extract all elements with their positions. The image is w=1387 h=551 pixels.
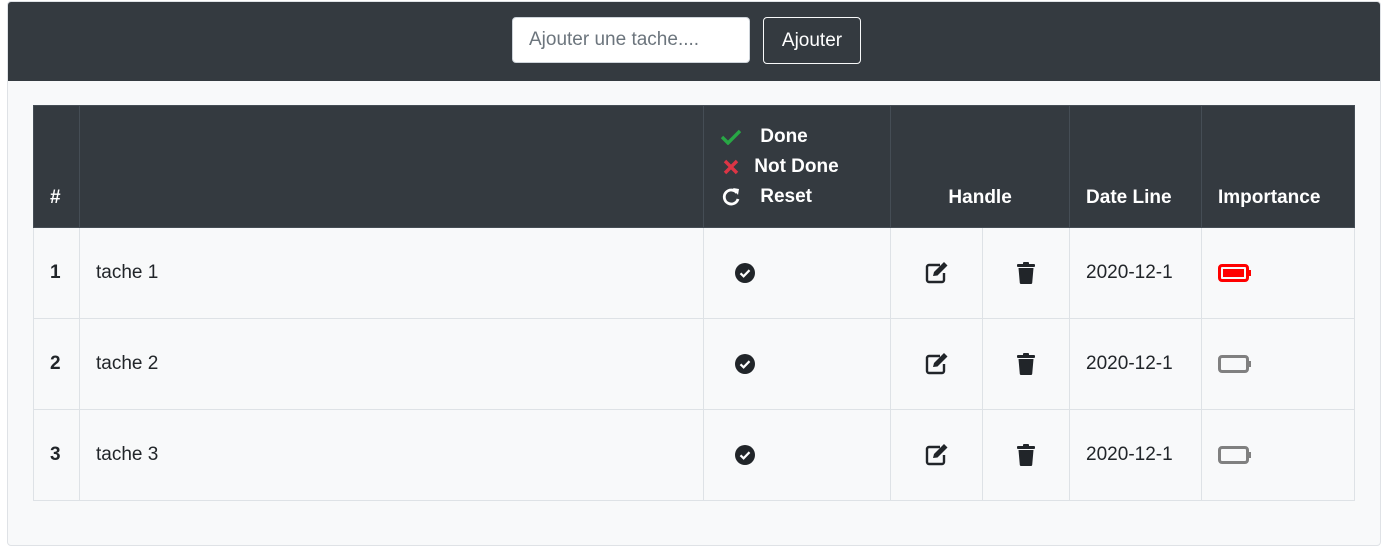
task-date: 2020-12-1	[1069, 318, 1202, 410]
status-reset[interactable]: Reset	[720, 185, 874, 209]
status-done-label: Done	[760, 126, 808, 147]
edit-icon[interactable]	[925, 261, 949, 284]
column-header-handle: Handle	[890, 105, 1071, 228]
row-number: 1	[33, 227, 80, 319]
status-legend: Done Not Done Reset	[720, 125, 874, 209]
column-header-number: #	[33, 105, 80, 228]
table-row: 3 tache 3 2020-12-1	[33, 409, 1356, 501]
column-header-task	[78, 105, 705, 228]
table-row: 2 tache 2 2020-12-1	[33, 318, 1356, 410]
status-done[interactable]: Done	[720, 125, 874, 149]
redo-icon	[720, 187, 742, 207]
table-header-row: # Done Not Done Reset Handle Date Line I…	[33, 105, 1356, 228]
trash-icon[interactable]	[1017, 261, 1036, 284]
top-bar: Ajouter	[8, 2, 1380, 81]
trash-icon[interactable]	[1017, 443, 1036, 466]
row-number: 3	[33, 409, 80, 501]
battery-empty-icon	[1217, 444, 1252, 465]
status-not-done[interactable]: Not Done	[720, 155, 874, 179]
x-icon	[720, 159, 742, 175]
add-task-button[interactable]: Ajouter	[763, 17, 861, 64]
task-name: tache 2	[78, 318, 705, 410]
check-circle-icon[interactable]	[735, 262, 756, 283]
battery-empty-icon	[1217, 353, 1252, 374]
tasks-table: # Done Not Done Reset Handle Date Line I…	[33, 105, 1356, 501]
trash-icon[interactable]	[1017, 352, 1036, 375]
battery-full-icon	[1217, 262, 1252, 283]
status-not-done-label: Not Done	[754, 156, 839, 177]
edit-icon[interactable]	[925, 352, 949, 375]
column-header-date-line: Date Line	[1069, 105, 1202, 228]
task-date: 2020-12-1	[1069, 227, 1202, 319]
column-header-importance: Importance	[1200, 105, 1356, 228]
task-date: 2020-12-1	[1069, 409, 1202, 501]
app-card: Ajouter # Done	[7, 1, 1381, 546]
check-circle-icon[interactable]	[735, 353, 756, 374]
check-icon	[720, 129, 742, 145]
edit-icon[interactable]	[925, 443, 949, 466]
row-number: 2	[33, 318, 80, 410]
status-reset-label: Reset	[760, 186, 812, 207]
task-name: tache 3	[78, 409, 705, 501]
check-circle-icon[interactable]	[735, 444, 756, 465]
task-name: tache 1	[78, 227, 705, 319]
column-header-status: Done Not Done Reset	[703, 105, 892, 228]
task-input[interactable]	[512, 17, 750, 63]
table-row: 1 tache 1 2020-12-1	[33, 227, 1356, 319]
